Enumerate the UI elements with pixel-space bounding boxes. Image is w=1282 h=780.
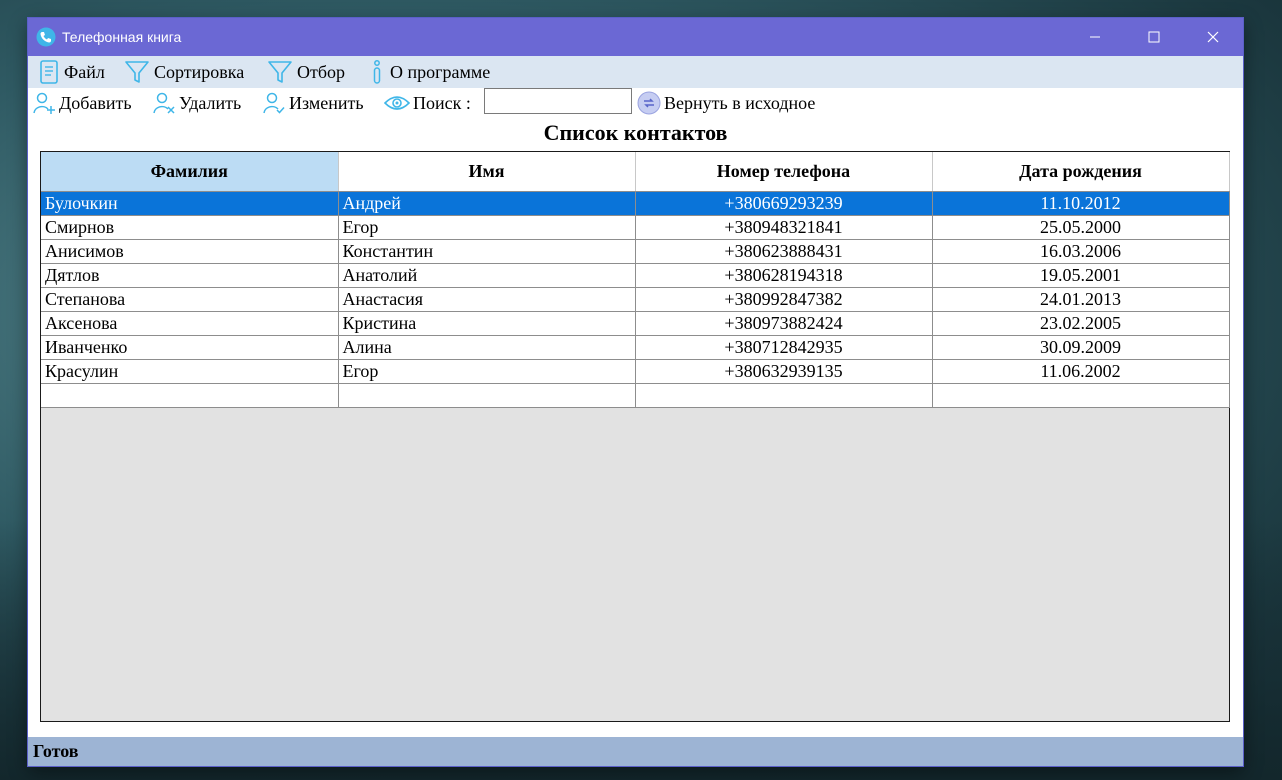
cell-lastname[interactable]: Аксенова [41,311,339,336]
cell-birthdate[interactable]: 11.06.2002 [932,359,1230,384]
menu-file-label: Файл [64,61,105,82]
cell-lastname[interactable]: Иванченко [41,335,339,360]
table-row[interactable]: Аксенова Кристина +380973882424 23.02.20… [41,311,1230,336]
info-icon [373,60,381,84]
delete-contact-label: Удалить [179,92,242,113]
cell-phone[interactable]: +380712842935 [635,335,933,360]
add-user-icon [33,92,55,114]
column-header-birthdate[interactable]: Дата рождения [932,152,1230,192]
contacts-table-container: Фамилия Имя Номер телефона Дата рождения… [40,151,1230,722]
cell-birthdate[interactable]: 25.05.2000 [932,215,1230,240]
cell-phone[interactable]: +380973882424 [635,311,933,336]
funnel-icon [268,61,292,83]
menu-file[interactable]: Файл [38,56,105,88]
status-text: Готов [33,741,79,761]
cell-phone[interactable]: +380992847382 [635,287,933,312]
cell-lastname[interactable]: Смирнов [41,215,339,240]
menu-filter-label: Отбор [297,61,346,82]
cell-birthdate[interactable]: 11.10.2012 [932,191,1230,216]
column-header-phone[interactable]: Номер телефона [635,152,933,192]
minimize-button[interactable] [1066,18,1124,56]
close-button[interactable] [1184,18,1242,56]
app-window: Телефонная книга Файл Сортировка Отбор О… [28,18,1243,766]
table-row[interactable]: Булочкин Андрей +380669293239 11.10.2012 [41,191,1230,216]
phone-app-icon [36,27,56,47]
minimize-icon [1090,36,1100,38]
edit-contact-button[interactable]: Изменить [262,88,364,118]
maximize-button[interactable] [1125,18,1183,56]
refresh-icon [637,91,661,115]
cell-firstname[interactable]: Егор [338,215,636,240]
table-row[interactable]: Анисимов Константин +380623888431 16.03.… [41,239,1230,264]
table-row[interactable]: Дятлов Анатолий +380628194318 19.05.2001 [41,263,1230,288]
cell-phone[interactable]: +380632939135 [635,359,933,384]
search-input[interactable] [484,88,632,114]
status-bar: Готов [28,737,1243,766]
cell-lastname[interactable]: Степанова [41,287,339,312]
cell-firstname[interactable]: Андрей [338,191,636,216]
menu-filter[interactable]: Отбор [267,56,345,88]
cell-phone[interactable] [635,383,933,408]
search-label: Поиск : [413,92,471,113]
remove-user-icon [153,92,175,114]
contacts-table: Фамилия Имя Номер телефона Дата рождения… [41,152,1230,408]
toolbar: Добавить Удалить Изменить Поиск: Вернут… [28,88,1243,118]
delete-contact-button[interactable]: Удалить [152,88,241,118]
reset-label: Вернуть в исходное [664,92,816,113]
cell-firstname[interactable]: Алина [338,335,636,360]
cell-lastname[interactable] [41,383,339,408]
table-row[interactable]: Смирнов Егор +380948321841 25.05.2000 [41,215,1230,240]
cell-birthdate[interactable]: 16.03.2006 [932,239,1230,264]
cell-firstname[interactable] [338,383,636,408]
cell-birthdate[interactable]: 23.02.2005 [932,311,1230,336]
table-row[interactable]: Красулин Егор +380632939135 11.06.2002 [41,359,1230,384]
menu-about[interactable]: О программе [368,56,490,88]
cell-firstname[interactable]: Кристина [338,311,636,336]
reset-button[interactable]: Вернуть в исходное [637,88,815,118]
cell-birthdate[interactable]: 19.05.2001 [932,263,1230,288]
maximize-icon [1148,31,1160,43]
document-icon [40,60,58,84]
cell-phone[interactable]: +380669293239 [635,191,933,216]
cell-lastname[interactable]: Красулин [41,359,339,384]
column-header-firstname[interactable]: Имя [338,152,636,192]
cell-lastname[interactable]: Булочкин [41,191,339,216]
menu-bar: Файл Сортировка Отбор О программе [28,56,1243,88]
edit-contact-label: Изменить [289,92,364,113]
cell-phone[interactable]: +380628194318 [635,263,933,288]
cell-firstname[interactable]: Анастасия [338,287,636,312]
page-title: Список контактов [543,120,728,145]
cell-birthdate[interactable] [932,383,1230,408]
cell-lastname[interactable]: Анисимов [41,239,339,264]
edit-user-icon [263,92,285,114]
search-label-group: Поиск : [384,88,471,118]
cell-phone[interactable]: +380948321841 [635,215,933,240]
eye-icon [384,96,410,110]
close-icon [1207,31,1219,43]
cell-phone[interactable]: +380623888431 [635,239,933,264]
add-contact-button[interactable]: Добавить [32,88,132,118]
table-row-new[interactable] [41,383,1230,408]
funnel-icon [125,61,149,83]
table-header-row: Фамилия Имя Номер телефона Дата рождения [41,152,1230,192]
title-bar: Телефонная книга [28,18,1243,56]
column-header-lastname[interactable]: Фамилия [41,152,339,192]
table-row[interactable]: Степанова Анастасия +380992847382 24.01.… [41,287,1230,312]
cell-birthdate[interactable]: 30.09.2009 [932,335,1230,360]
cell-firstname[interactable]: Егор [338,359,636,384]
cell-birthdate[interactable]: 24.01.2013 [932,287,1230,312]
menu-sort[interactable]: Сортировка [124,56,244,88]
menu-about-label: О программе [390,61,491,82]
cell-firstname[interactable]: Константин [338,239,636,264]
table-row[interactable]: Иванченко Алина +380712842935 30.09.2009 [41,335,1230,360]
add-contact-label: Добавить [59,92,132,113]
window-title: Телефонная книга [62,29,182,45]
cell-firstname[interactable]: Анатолий [338,263,636,288]
menu-sort-label: Сортировка [154,61,245,82]
cell-lastname[interactable]: Дятлов [41,263,339,288]
